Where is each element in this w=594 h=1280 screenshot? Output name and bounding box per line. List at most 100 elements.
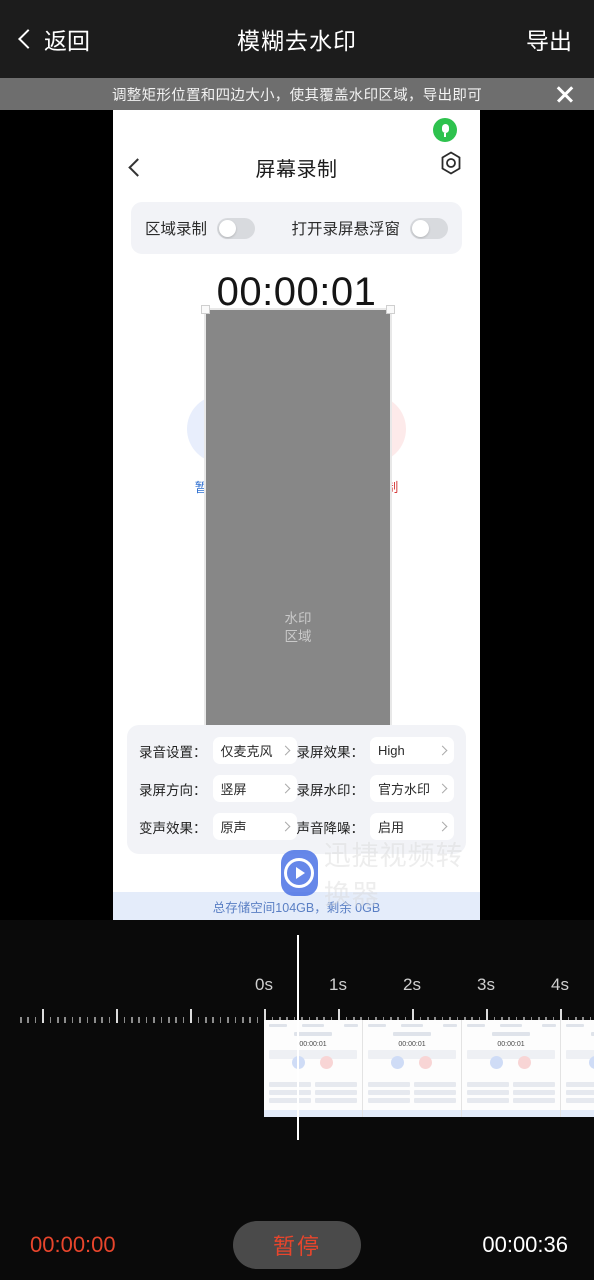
ruler-tick — [42, 1009, 44, 1023]
toggle-label-floating-window: 打开录屏悬浮窗 — [291, 221, 400, 238]
recorder-toggle-bar: 区域录制 打开录屏悬浮窗 — [131, 202, 462, 254]
ruler-tick — [219, 1017, 222, 1023]
ruler-tick — [94, 1017, 96, 1023]
filmstrip-frame[interactable]: 00:00:01 — [561, 1020, 594, 1117]
ruler-tick — [205, 1017, 207, 1023]
export-button[interactable]: 导出 — [526, 22, 572, 56]
setting-value-audio-source[interactable]: 仅麦克风 — [212, 737, 297, 764]
timeline-filmstrip[interactable]: 00:00:0100:00:0100:00:0100:00:01 — [264, 1020, 594, 1117]
setting-value-text: 竖屏 — [220, 782, 247, 797]
mask-caption-line-1: 水印 — [284, 611, 312, 626]
watermark-mask-caption: 水印 区域 — [206, 610, 390, 646]
setting-watermark: 录屏水印： 官方水印 — [296, 775, 454, 802]
setting-value-orientation[interactable]: 竖屏 — [212, 775, 297, 802]
setting-voice-effect: 变声效果： 原声 — [139, 813, 297, 840]
video-editor-app: 返回 模糊去水印 导出 调整矩形位置和四边大小，使其覆盖水印区域，导出即可 屏幕… — [0, 0, 594, 1280]
playback-control-bar: 00:00:00 暂停 00:00:36 — [0, 1210, 594, 1280]
settings-row: 录屏方向： 竖屏 录屏水印： 官方水印 — [139, 775, 454, 802]
ruler-tick — [116, 1009, 118, 1023]
resize-handle-top-left[interactable] — [201, 305, 210, 314]
ruler-tick — [123, 1017, 126, 1023]
filmstrip-frame[interactable]: 00:00:01 — [462, 1020, 561, 1117]
pause-button-label: 暂停 — [272, 1234, 321, 1259]
ruler-tick — [27, 1017, 29, 1023]
filmstrip-frame[interactable]: 00:00:01 — [264, 1020, 363, 1117]
setting-key: 录屏水印： — [296, 782, 365, 798]
setting-value-text: High — [378, 743, 405, 758]
microphone-icon — [433, 118, 457, 142]
setting-value-text: 原声 — [220, 820, 247, 835]
recorder-header: 屏幕录制 — [113, 146, 480, 188]
chevron-right-icon — [282, 747, 289, 754]
ruler-tick — [242, 1017, 244, 1023]
ruler-tick — [168, 1017, 170, 1023]
microphone-glyph — [441, 124, 449, 137]
ruler-tick — [145, 1017, 148, 1023]
pause-button[interactable]: 暂停 — [233, 1221, 361, 1269]
switch-floating-window[interactable] — [410, 217, 448, 239]
settings-row: 录音设置： 仅麦克风 录屏效果： High — [139, 737, 454, 764]
ruler-tick — [212, 1017, 214, 1023]
total-time-label: 00:00:36 — [482, 1232, 568, 1257]
setting-value-text: 仅麦克风 — [220, 744, 273, 759]
timeline-playhead[interactable] — [297, 935, 299, 1140]
chevron-right-icon — [282, 823, 289, 830]
ruler-tick — [249, 1017, 251, 1023]
resize-handle-top-right[interactable] — [386, 305, 395, 314]
filmstrip-frame[interactable]: 00:00:01 — [363, 1020, 462, 1117]
close-icon[interactable] — [554, 83, 576, 105]
ruler-tick — [64, 1017, 66, 1023]
play-logo-icon — [281, 850, 318, 896]
setting-quality: 录屏效果： High — [296, 737, 454, 764]
setting-key: 变声效果： — [139, 820, 207, 836]
ruler-tick — [190, 1009, 192, 1023]
hint-banner: 调整矩形位置和四边大小，使其覆盖水印区域，导出即可 — [0, 78, 594, 110]
setting-orientation: 录屏方向： 竖屏 — [139, 775, 297, 802]
setting-value-text: 官方水印 — [378, 782, 431, 797]
ruler-tick-label: 0s — [255, 975, 273, 994]
page-title: 模糊去水印 — [237, 28, 357, 54]
gear-icon[interactable] — [438, 150, 464, 176]
ruler-tick — [234, 1017, 237, 1023]
setting-key: 录屏效果： — [296, 744, 365, 760]
ruler-tick — [160, 1017, 163, 1023]
toggle-floating-window[interactable]: 打开录屏悬浮窗 — [291, 217, 448, 239]
timeline-panel[interactable]: 0s1s2s3s4s 00:00:0100:00:0100:00:0100:00… — [0, 920, 594, 1210]
ruler-tick — [227, 1017, 229, 1023]
brand-watermark: 迅捷视频转换器 — [281, 834, 480, 912]
video-preview-area: 屏幕录制 区域录制 打开录屏悬浮窗 00:00:01 水印 区域 录音设置： 仅… — [0, 110, 594, 920]
ruler-tick-label: 4s — [551, 975, 569, 994]
ruler-tick — [79, 1017, 81, 1023]
setting-value-quality[interactable]: High — [370, 737, 454, 764]
setting-key: 录音设置： — [139, 744, 207, 760]
ruler-tick — [49, 1017, 52, 1023]
ruler-tick — [34, 1017, 37, 1023]
ruler-tick — [175, 1017, 177, 1023]
setting-audio-source: 录音设置： 仅麦克风 — [139, 737, 297, 764]
ruler-tick — [20, 1017, 22, 1023]
ruler-tick-label: 2s — [403, 975, 421, 994]
setting-value-watermark[interactable]: 官方水印 — [370, 775, 454, 802]
ruler-tick — [182, 1017, 185, 1023]
ruler-tick — [71, 1017, 74, 1023]
ruler-tick — [131, 1017, 133, 1023]
current-time-label: 00:00:00 — [30, 1232, 116, 1257]
ruler-tick-label: 1s — [329, 975, 347, 994]
setting-key: 录屏方向： — [139, 782, 207, 798]
ruler-tick-label: 3s — [477, 975, 495, 994]
toggle-label-area-recording: 区域录制 — [145, 221, 208, 238]
brand-watermark-text: 迅捷视频转换器 — [323, 841, 464, 910]
ruler-tick — [108, 1017, 111, 1023]
chevron-right-icon — [439, 785, 446, 792]
hint-text: 调整矩形位置和四边大小，使其覆盖水印区域，导出即可 — [112, 87, 482, 104]
chevron-right-icon — [439, 747, 446, 754]
ruler-tick — [153, 1017, 155, 1023]
ruler-tick — [256, 1017, 259, 1023]
recorder-title: 屏幕录制 — [255, 158, 338, 181]
top-navigation-bar: 返回 模糊去水印 导出 — [0, 0, 594, 78]
toggle-area-recording[interactable]: 区域录制 — [145, 217, 256, 239]
chevron-right-icon — [439, 823, 446, 830]
switch-area-recording[interactable] — [217, 217, 256, 239]
ruler-tick — [101, 1017, 103, 1023]
mask-caption-line-2: 区域 — [284, 629, 312, 644]
